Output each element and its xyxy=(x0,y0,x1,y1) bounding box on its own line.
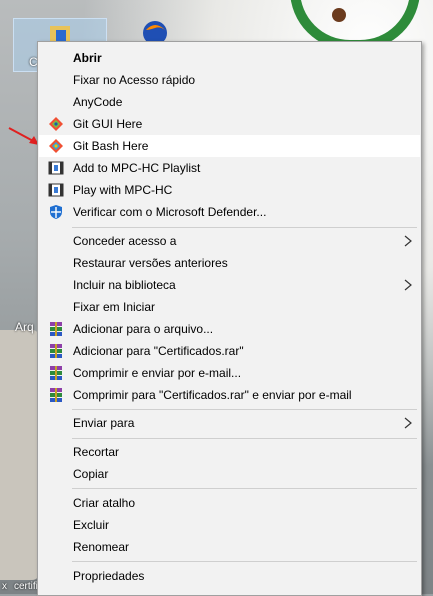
menu-item-label: Play with MPC-HC xyxy=(73,183,173,197)
menu-item-label: Excluir xyxy=(73,518,110,532)
git-bash-icon xyxy=(49,139,63,153)
menu-item-label: Enviar para xyxy=(73,416,135,430)
menu-item-recortar[interactable]: Recortar xyxy=(39,441,420,463)
menu-item-comprimir-enviar-email[interactable]: Comprimir e enviar por e-mail... xyxy=(39,362,420,384)
wallpaper-coffee-bean xyxy=(332,8,346,22)
menu-separator xyxy=(72,409,417,410)
menu-item-label: Conceder acesso a xyxy=(73,234,177,248)
menu-item-label: Adicionar para "Certificados.rar" xyxy=(73,344,244,358)
menu-item-git-bash-here[interactable]: Git Bash Here xyxy=(39,135,420,157)
context-menu: Abrir Fixar no Acesso rápido AnyCode Git… xyxy=(37,41,422,596)
chevron-right-icon xyxy=(404,417,412,429)
winrar-icon xyxy=(50,388,62,402)
menu-item-label: Recortar xyxy=(73,445,120,459)
chevron-right-icon xyxy=(404,235,412,247)
menu-item-renomear[interactable]: Renomear xyxy=(39,536,420,558)
menu-separator xyxy=(72,488,417,489)
menu-item-label: Verificar com o Microsoft Defender... xyxy=(73,205,267,219)
menu-separator xyxy=(72,227,417,228)
menu-item-label: AnyCode xyxy=(73,95,123,109)
winrar-icon xyxy=(50,344,62,358)
menu-item-adicionar-arquivo[interactable]: Adicionar para o arquivo... xyxy=(39,318,420,340)
menu-item-label: Abrir xyxy=(73,51,102,65)
menu-item-label: Comprimir para "Certificados.rar" e envi… xyxy=(73,388,352,402)
mpc-hc-icon xyxy=(48,183,64,197)
winrar-icon xyxy=(50,322,62,336)
menu-item-verificar-defender[interactable]: Verificar com o Microsoft Defender... xyxy=(39,201,420,223)
menu-item-label: Add to MPC-HC Playlist xyxy=(73,161,201,175)
menu-item-label: Propriedades xyxy=(73,569,145,583)
menu-item-label: Incluir na biblioteca xyxy=(73,278,176,292)
menu-item-label: Comprimir e enviar por e-mail... xyxy=(73,366,242,380)
menu-item-label: Git GUI Here xyxy=(73,117,143,131)
menu-item-restaurar-versoes[interactable]: Restaurar versões anteriores xyxy=(39,252,420,274)
desktop-icon-label-2: Arq xyxy=(15,320,34,334)
chevron-right-icon xyxy=(404,279,412,291)
menu-item-conceder-acesso[interactable]: Conceder acesso a xyxy=(39,230,420,252)
menu-item-copiar[interactable]: Copiar xyxy=(39,463,420,485)
menu-item-label: Copiar xyxy=(73,467,109,481)
menu-item-propriedades[interactable]: Propriedades xyxy=(39,565,420,587)
menu-item-add-mpc-hc-playlist[interactable]: Add to MPC-HC Playlist xyxy=(39,157,420,179)
git-gui-icon xyxy=(49,117,63,131)
menu-item-excluir[interactable]: Excluir xyxy=(39,514,420,536)
menu-separator xyxy=(72,561,417,562)
menu-item-label: Criar atalho xyxy=(73,496,136,510)
mpc-hc-icon xyxy=(48,161,64,175)
menu-item-label: Adicionar para o arquivo... xyxy=(73,322,214,336)
menu-item-abrir[interactable]: Abrir xyxy=(39,47,420,69)
defender-shield-icon xyxy=(50,205,62,219)
menu-item-enviar-para[interactable]: Enviar para xyxy=(39,412,420,434)
menu-item-anycode[interactable]: AnyCode xyxy=(39,91,420,113)
desktop-icon-label-3: x xyxy=(2,581,7,592)
wallpaper-cup-graphic xyxy=(0,330,40,580)
winrar-icon xyxy=(50,366,62,380)
menu-item-label: Renomear xyxy=(73,540,130,554)
menu-item-fixar-acesso-rapido[interactable]: Fixar no Acesso rápido xyxy=(39,69,420,91)
menu-separator xyxy=(72,438,417,439)
menu-item-adicionar-certificados-rar[interactable]: Adicionar para "Certificados.rar" xyxy=(39,340,420,362)
menu-item-incluir-biblioteca[interactable]: Incluir na biblioteca xyxy=(39,274,420,296)
menu-item-label: Git Bash Here xyxy=(73,139,149,153)
menu-item-play-mpc-hc[interactable]: Play with MPC-HC xyxy=(39,179,420,201)
menu-item-comprimir-certificados-email[interactable]: Comprimir para "Certificados.rar" e envi… xyxy=(39,384,420,406)
menu-item-fixar-iniciar[interactable]: Fixar em Iniciar xyxy=(39,296,420,318)
menu-item-label: Fixar em Iniciar xyxy=(73,300,156,314)
menu-item-label: Fixar no Acesso rápido xyxy=(73,73,196,87)
menu-item-label: Restaurar versões anteriores xyxy=(73,256,228,270)
menu-item-git-gui-here[interactable]: Git GUI Here xyxy=(39,113,420,135)
menu-item-criar-atalho[interactable]: Criar atalho xyxy=(39,492,420,514)
